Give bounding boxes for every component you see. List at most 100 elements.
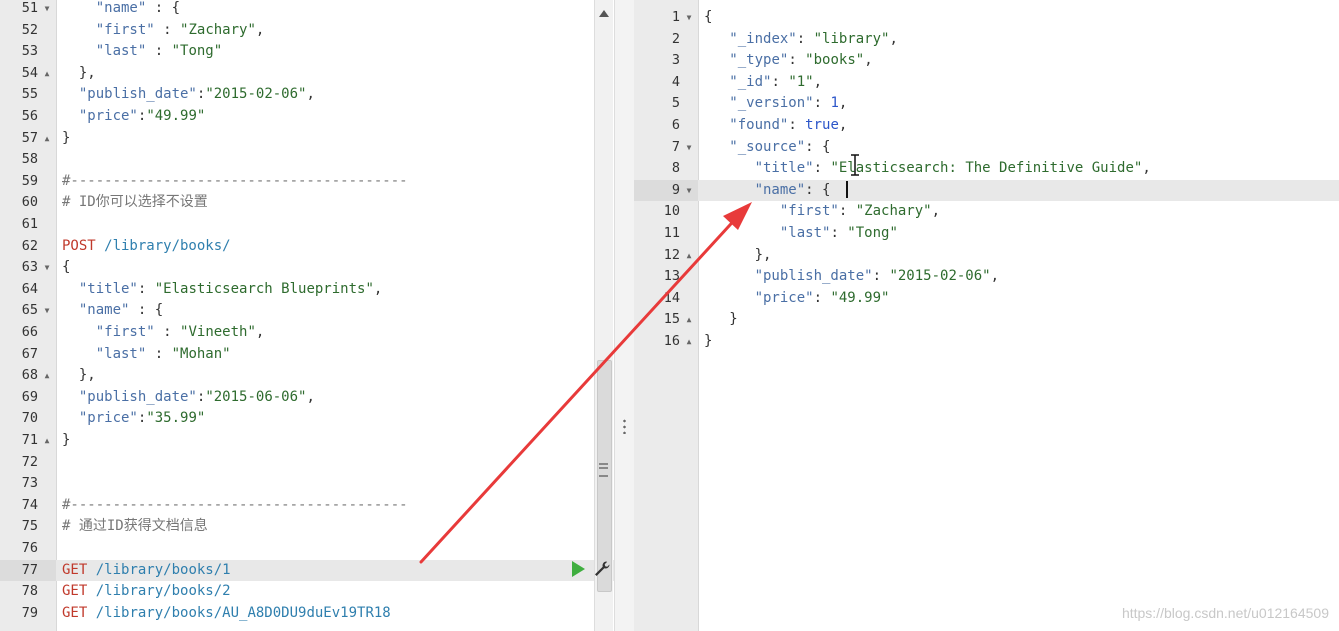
code-line[interactable]: 3 "_type": "books", [634,50,1339,72]
wrench-icon[interactable] [592,559,612,579]
fold-expand-icon[interactable]: ▲ [683,331,695,353]
code-line[interactable]: 51 ▼ "name" : { [0,0,614,20]
code-text: } [704,309,737,331]
code-token: #---------------------------------------… [62,172,408,189]
code-line[interactable]: 8 "title": "Elasticsearch: The Definitiv… [634,158,1339,180]
code-line[interactable]: 66 "first" : "Vineeth", [0,322,614,344]
line-number: 16 [663,333,680,349]
code-line[interactable]: 15 ▲ } [634,309,1339,331]
code-line[interactable]: 59 #-------------------------------------… [0,171,614,193]
code-line[interactable]: 69 "publish_date":"2015-06-06", [0,387,614,409]
code-line[interactable]: 13 "publish_date": "2015-02-06", [634,266,1339,288]
code-line[interactable]: 75 # 通过ID获得文档信息 [0,516,614,538]
request-editor[interactable]: 51 ▼ "name" : {52 "first" : "Zachary", 53 … [0,0,614,631]
code-line[interactable]: 70 "price":"35.99" [0,408,614,430]
code-line[interactable]: 67 "last" : "Mohan" [0,344,614,366]
code-line[interactable]: 11 "last": "Tong" [634,223,1339,245]
code-line[interactable]: 71 ▲} [0,430,614,452]
code-line[interactable]: 55 "publish_date":"2015-02-06", [0,84,614,106]
line-number: 78 [21,583,38,600]
response-viewer[interactable]: 1 ▼{2 "_index": "library", 3 "_type": "boo… [634,0,1339,631]
code-line[interactable]: 79 GET /library/books/AU_A8D0DU9duEv19TR1… [0,603,614,625]
line-number: 68 [21,367,38,384]
line-number: 53 [21,43,38,60]
code-line[interactable]: 12 ▲ }, [634,245,1339,267]
code-line[interactable]: 60 # ID你可以选择不设置 [0,192,614,214]
code-line[interactable]: 16 ▲} [634,331,1339,353]
code-line[interactable]: 78 GET /library/books/2 [0,581,614,603]
fold-collapse-icon[interactable]: ▼ [683,137,695,159]
code-line[interactable]: 54 ▲ }, [0,63,614,85]
ibeam-cursor-icon [851,154,859,176]
fold-expand-icon[interactable]: ▲ [41,63,53,85]
code-token: , [838,95,848,112]
code-token: : [813,160,831,177]
code-token: , [373,280,383,297]
line-number: 65 [21,302,38,319]
line-number: 9 [671,181,680,198]
fold-collapse-icon[interactable]: ▼ [41,0,53,20]
run-request-button[interactable] [572,561,585,577]
code-line[interactable]: 62 POST /library/books/ [0,236,614,258]
line-number: 14 [663,289,680,306]
code-text: "_index": "library", [704,29,898,51]
fold-collapse-icon[interactable]: ▼ [683,7,695,29]
code-line[interactable]: 61 [0,214,614,236]
code-line[interactable]: 57 ▲} [0,128,614,150]
code-line[interactable]: 65 ▼ "name" : { [0,300,614,322]
code-line[interactable]: 58 [0,149,614,171]
code-text: "_version": 1, [704,93,847,115]
code-text: # 通过ID获得文档信息 [62,516,208,538]
code-token: } [704,333,713,349]
fold-expand-icon[interactable]: ▲ [41,128,53,150]
code-token: : [813,95,831,112]
code-text: "name" : { [62,300,163,322]
code-text: } [62,430,70,452]
code-line[interactable]: 53 "last" : "Tong" [0,41,614,63]
code-text: GET /library/books/AU_A8D0DU9duEv19TR18 [62,603,391,625]
code-token: , [889,30,898,47]
code-line[interactable]: 73 [0,473,614,495]
active-code-line[interactable]: 77 GET /library/books/1 [0,559,614,582]
code-text: GET /library/books/1 [62,560,231,582]
fold-expand-icon[interactable]: ▲ [41,365,53,387]
code-line[interactable]: 52 "first" : "Zachary", [0,20,614,42]
code-line[interactable]: 64 "title": "Elasticsearch Blueprints", [0,279,614,301]
code-line[interactable]: 7 ▼ "_source": { [634,137,1339,159]
active-code-line[interactable]: 9 ▼ "name": { [634,179,1339,202]
code-line[interactable]: 72 [0,452,614,474]
request-editor-scrollbar[interactable] [594,0,613,631]
code-token: , [255,324,265,340]
code-token: #---------------------------------------… [62,496,408,513]
scroll-up-arrow-icon[interactable] [599,10,609,17]
code-token: "Zachary" [855,203,932,220]
code-line[interactable]: 6 "found": true, [634,115,1339,137]
code-line[interactable]: 2 "_index": "library", [634,29,1339,51]
code-line[interactable]: 4 "_id": "1", [634,72,1339,94]
code-line[interactable]: 10 "first": "Zachary", [634,201,1339,223]
line-number: 64 [21,280,38,297]
code-token: /library/books/ [95,237,231,254]
fold-expand-icon[interactable]: ▲ [41,430,53,452]
code-line[interactable]: 5 "_version": 1, [634,93,1339,115]
code-line[interactable]: 76 [0,538,614,560]
code-line[interactable]: 56 "price":"49.99" [0,106,614,128]
code-line[interactable]: 63 ▼ { [0,257,614,279]
code-token: "books" [805,52,865,69]
code-text: "name": { [704,180,831,202]
fold-collapse-icon[interactable]: ▼ [683,180,695,202]
code-token: "title" [78,280,138,297]
code-token: }, [704,246,772,263]
line-number: 55 [21,86,38,103]
fold-collapse-icon[interactable]: ▼ [41,257,53,279]
code-line[interactable]: 1 ▼ { [634,7,1339,29]
code-line[interactable]: 74 #-------------------------------------… [0,495,614,517]
code-line[interactable]: 14 "price": "49.99" [634,288,1339,310]
fold-collapse-icon[interactable]: ▼ [41,300,53,322]
fold-expand-icon[interactable]: ▲ [683,245,695,267]
code-line[interactable]: 68 ▲ }, [0,365,614,387]
fold-expand-icon[interactable]: ▲ [683,309,695,331]
pane-splitter[interactable] [614,0,636,631]
